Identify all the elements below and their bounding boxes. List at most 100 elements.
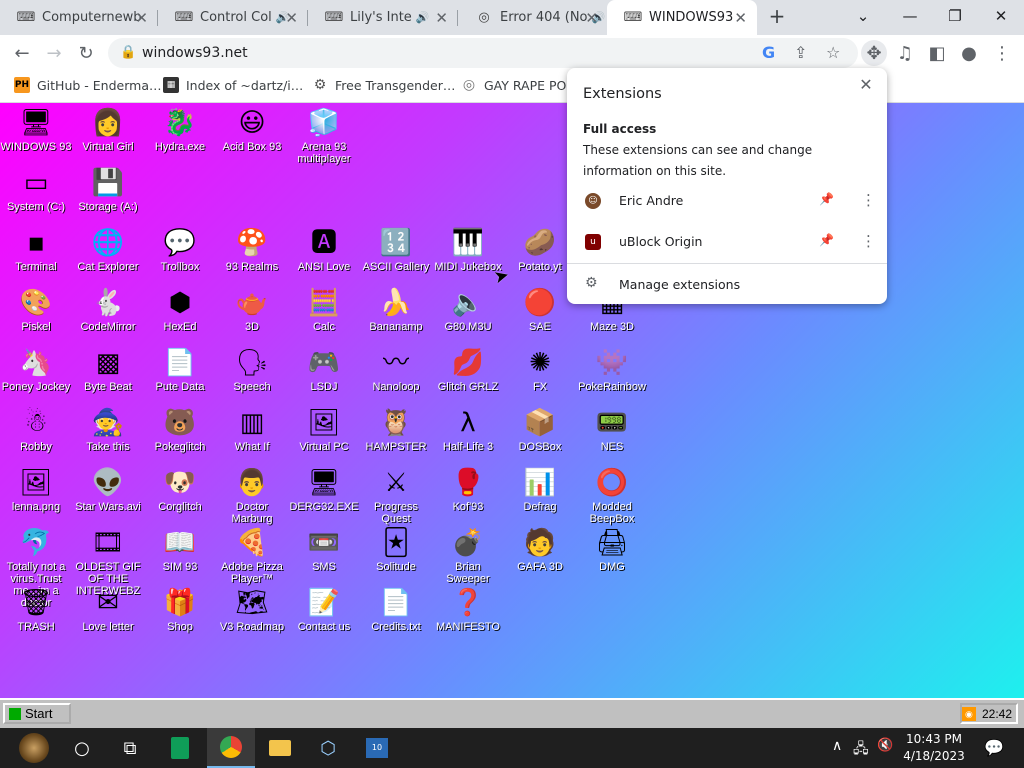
desktop-icon[interactable]: 📦 DOSBox [504,407,576,453]
desktop-icon[interactable]: 🍌 Bananamp [360,287,432,333]
desktop-icon[interactable]: 🅰 ANSI Love [288,227,360,273]
desktop-icon[interactable]: 🖨 DMG [576,527,648,573]
desktop-icon[interactable]: 🗺 V3 Roadmap [216,587,288,633]
file-explorer-icon[interactable] [256,728,304,768]
chrome-app-icon[interactable] [207,728,255,768]
google-translate-icon[interactable]: G [762,43,775,62]
share-icon[interactable]: ⇪ [794,43,807,62]
desktop-icon[interactable]: 🖥 DERG32.EXE [288,467,360,513]
close-tab-icon[interactable]: ✕ [585,9,598,27]
desktop-icon[interactable]: 🔴 SAE [504,287,576,333]
desktop-icon[interactable]: 🔢 ASCII Gallery [360,227,432,273]
desktop-icon[interactable]: ⭕ Modded BeepBox [576,467,648,525]
start-button[interactable]: Start [3,703,71,724]
desktop-icon[interactable]: 🖼 lenna.png [0,467,72,513]
desktop-icon[interactable]: ✉ Love letter [72,587,144,633]
desktop-icon[interactable]: 🧊 Arena 93 multiplayer [288,107,360,165]
desktop-icon[interactable]: 🗑 TRASH [0,587,72,633]
desktop-icon[interactable]: 🗣 Speech [216,347,288,393]
desktop-icon[interactable]: 🧑 GAFA 3D [504,527,576,573]
restore-button[interactable]: ❐ [940,5,970,27]
cortana-icon[interactable]: ○ [58,728,106,768]
desktop-icon[interactable]: λ Half-Life 3 [432,407,504,453]
close-tab-icon[interactable]: ✕ [734,9,747,27]
close-tab-icon[interactable]: ✕ [135,9,148,27]
bookmark-github[interactable]: PH GitHub - Enderma… [14,77,161,93]
bookmark-index-dartz[interactable]: ▦ Index of ~dartz/i… [163,77,303,93]
desktop-icon[interactable]: 👽 Star Wars.avi [72,467,144,513]
desktop-icon[interactable]: 🐶 Corglitch [144,467,216,513]
address-bar[interactable]: 🔒 windows93.net G ⇪ ☆ [108,38,858,68]
desktop-icon[interactable]: 🍕 Adobe Pizza Player™ [216,527,288,585]
desktop-icon[interactable]: 🐻 Pokeglitch [144,407,216,453]
3d-viewer-icon[interactable]: ⬡ [304,728,352,768]
desktop-icon[interactable]: 📟 NES [576,407,648,453]
desktop-icon[interactable]: 📊 Defrag [504,467,576,513]
close-popup-button[interactable]: ✕ [855,74,877,96]
more-options-icon[interactable]: ⋮ [861,191,876,209]
desktop-icon[interactable]: ⬢ HexEd [144,287,216,333]
tab-control-collection[interactable]: ⌨ Control Col 🔊 ✕ [158,0,308,35]
desktop-icon[interactable]: 😃 Acid Box 93 [216,107,288,153]
desktop-icon[interactable]: 🦉 HAMPSTER [360,407,432,453]
side-panel-icon[interactable]: ◧ [924,40,950,66]
desktop-icon[interactable]: ▪ Terminal [0,227,72,273]
close-tab-icon[interactable]: ✕ [285,9,298,27]
desktop-icon[interactable]: 🎨 Piskel [0,287,72,333]
tab-search-chevron-icon[interactable]: ⌄ [848,5,878,27]
extensions-puzzle-icon[interactable]: ✥ [861,40,887,66]
desktop-icon[interactable]: 🥔 Potato.yt [504,227,576,273]
desktop-icon[interactable]: 💾 Storage (A:) [72,167,144,213]
show-hidden-icons-icon[interactable]: ∧ [832,738,842,754]
sheets-app-icon[interactable] [156,728,204,768]
tab-error-404[interactable]: ◎ Error 404 (No 🔊 ✕ [458,0,608,35]
desktop-icon[interactable]: 📖 SIM 93 [144,527,216,573]
desktop-icon[interactable]: 🖥 WINDOWS 93 [0,107,72,153]
desktop-icon[interactable]: 🧙 Take this [72,407,144,453]
desktop-icon[interactable]: 🎁 Shop [144,587,216,633]
media-control-icon[interactable]: ♫ [892,40,918,66]
desktop-icon[interactable]: 💣 Brian Sweeper [432,527,504,585]
desktop-icon[interactable]: 🧮 Calc [288,287,360,333]
desktop-icon[interactable]: ▩ Byte Beat [72,347,144,393]
desktop-icon[interactable]: 🍄 93 Realms [216,227,288,273]
profile-avatar-icon[interactable]: ● [956,40,982,66]
desktop-icon[interactable]: 👾 PokeRainbow [576,347,648,393]
desktop-icon[interactable]: 💋 Glitch GRLZ [432,347,504,393]
bookmark-free-transgender[interactable]: ⚙ Free Transgender… [312,77,456,93]
desktop-icon[interactable]: 🎮 LSDJ [288,347,360,393]
desktop-icon[interactable]: 🃏 Solitude [360,527,432,573]
desktop-icon[interactable]: 🐇 CodeMirror [72,287,144,333]
desktop-icon[interactable]: 📝 Contact us [288,587,360,633]
desktop-icon[interactable]: ▥ What If [216,407,288,453]
chrome-menu-icon[interactable]: ⋮ [989,40,1015,66]
desktop-icon[interactable]: ☃ Robby [0,407,72,453]
extension-name[interactable]: uBlock Origin [619,234,702,249]
bookmark-4[interactable]: ◎ GAY RAPE POR [461,77,575,93]
pin-icon[interactable]: 📌 [819,233,834,247]
desktop-icon[interactable]: 👩 Virtual Girl [72,107,144,153]
volume-muted-icon[interactable]: 🔇 [877,738,893,753]
extension-row-ublock[interactable]: u uBlock Origin 📌 ⋮ [567,222,887,262]
desktop-icon[interactable]: 🌐 Cat Explorer [72,227,144,273]
desktop-icon[interactable]: 🔈 G80.M3U [432,287,504,333]
minimize-button[interactable]: — [895,5,925,27]
desktop-icon[interactable]: 🐉 Hydra.exe [144,107,216,153]
rss-icon[interactable]: ◉ [962,706,976,721]
speaker-icon[interactable]: 🔊 [416,11,430,24]
lock-icon[interactable]: 🔒 [120,45,136,60]
desktop-icon[interactable]: 📄 Pute Data [144,347,216,393]
start-menu-icon[interactable] [10,728,58,768]
pin-icon[interactable]: 📌 [819,192,834,206]
close-window-button[interactable]: ✕ [986,5,1016,27]
desktop-icon[interactable]: 🦄 Poney Jockey [0,347,72,393]
forward-button[interactable]: → [41,40,67,66]
win10-app-icon[interactable]: 10 [353,728,401,768]
back-button[interactable]: ← [9,40,35,66]
tab-lilys-internet[interactable]: ⌨ Lily's Inte 🔊 ✕ [308,0,458,35]
desktop-icon[interactable]: 〰 Nanoloop [360,347,432,393]
tab-computernewb[interactable]: ⌨ Computernewb ✕ [0,0,158,35]
more-options-icon[interactable]: ⋮ [861,232,876,250]
manage-extensions-button[interactable]: ⚙ Manage extensions [567,273,887,297]
desktop-icon[interactable]: 👨 Doctor Marburg [216,467,288,525]
